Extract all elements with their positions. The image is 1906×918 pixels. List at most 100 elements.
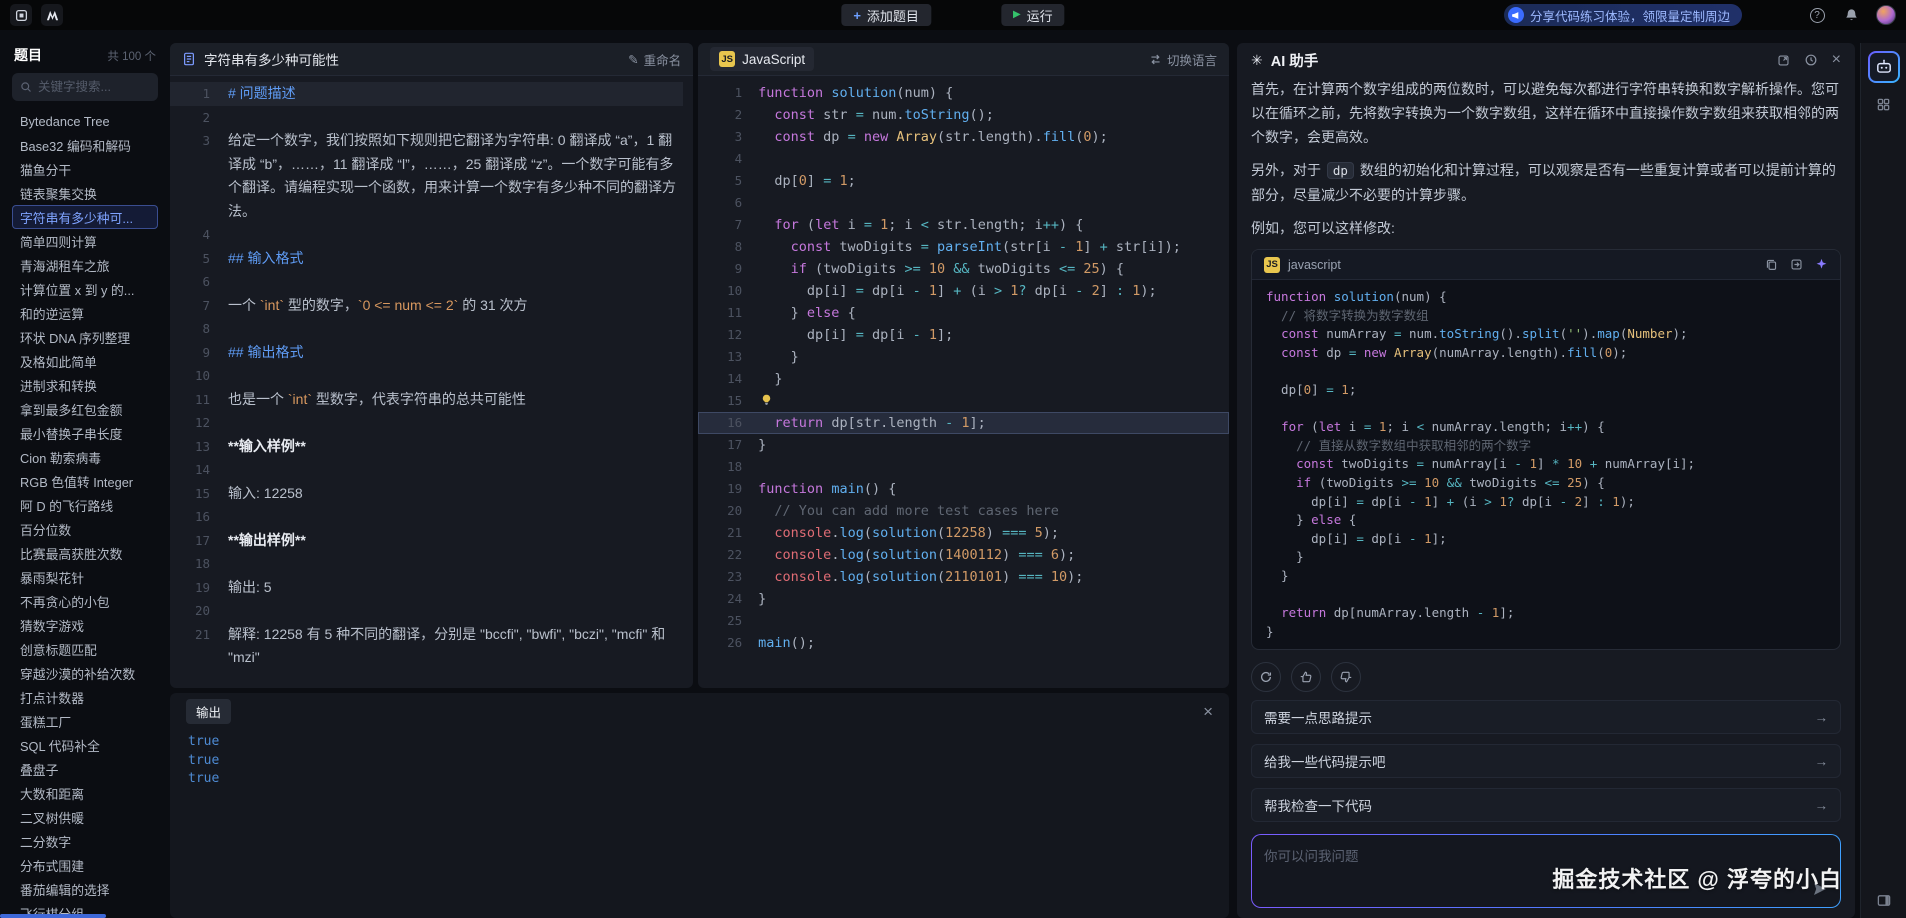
ai-suggestion-button[interactable]: 给我一些代码提示吧→ [1251,744,1841,778]
history-icon[interactable] [1804,53,1818,67]
problem-line[interactable]: 19输出: 5 [170,576,683,600]
regenerate-button[interactable] [1251,662,1281,692]
notification-bell-icon[interactable] [1842,6,1860,24]
problem-line[interactable]: 20 [170,599,683,623]
panel-layout-icon[interactable] [1876,893,1891,908]
problem-line[interactable]: 8 [170,317,683,341]
output-tab[interactable]: 输出 [186,699,231,724]
ai-suggestion-button[interactable]: 帮我检查一下代码→ [1251,788,1841,822]
sidebar-item[interactable]: 简单四则计算 [12,229,158,253]
add-problem-button[interactable]: + 添加题目 [841,4,931,26]
problem-line[interactable]: 13**输入样例** [170,435,683,459]
code-line[interactable]: 7 for (let i = 1; i < str.length; i++) { [698,214,1229,236]
code-line[interactable]: 16 return dp[str.length - 1]; [698,412,1229,434]
code-line[interactable]: 2 const str = num.toString(); [698,104,1229,126]
code-line[interactable]: 21 console.log(solution(12258) === 5); [698,522,1229,544]
sidebar-item[interactable]: Base32 编码和解码 [12,133,158,157]
code-line[interactable]: 20 // You can add more test cases here [698,500,1229,522]
code-line[interactable]: 26main(); [698,632,1229,654]
user-avatar[interactable] [1876,5,1896,25]
code-line[interactable]: 15 [698,390,1229,412]
code-line[interactable]: 8 const twoDigits = parseInt(str[i - 1] … [698,236,1229,258]
sidebar-item[interactable]: 创意标题匹配 [12,637,158,661]
sidebar-item[interactable]: 和的逆运算 [12,301,158,325]
marscode-logo[interactable] [41,4,63,26]
code-line[interactable]: 5 dp[0] = 1; [698,170,1229,192]
problem-line[interactable]: 21解释: 12258 有 5 种不同的翻译，分别是 "bccfi", "bwf… [170,623,683,670]
rename-button[interactable]: ✎ 重命名 [628,50,681,69]
help-icon[interactable]: ? [1808,6,1826,24]
code-lines[interactable]: 1function solution(num) {2 const str = n… [698,76,1229,688]
problem-line[interactable]: 18 [170,552,683,576]
sidebar-item[interactable]: 计算位置 x 到 y 的... [12,277,158,301]
insert-code-icon[interactable] [1790,258,1803,271]
app-logo[interactable] [10,4,32,26]
sidebar-item[interactable]: 字符串有多少种可... [12,205,158,229]
code-line[interactable]: 24} [698,588,1229,610]
code-line[interactable]: 25 [698,610,1229,632]
problem-line[interactable]: 5## 输入格式 [170,247,683,271]
lightbulb-icon[interactable] [760,393,773,407]
sidebar-item[interactable]: 拿到最多红包金额 [12,397,158,421]
ai-assistant-toggle[interactable] [1868,51,1900,83]
copy-icon[interactable] [1765,258,1778,271]
sidebar-item[interactable]: 不再贪心的小包 [12,589,158,613]
sidebar-item[interactable]: 二叉树供暖 [12,805,158,829]
sidebar-item[interactable]: 叠盘子 [12,757,158,781]
language-tab[interactable]: JS JavaScript [710,47,814,71]
sidebar-item[interactable]: 环状 DNA 序列整理 [12,325,158,349]
thumbs-down-button[interactable] [1331,662,1361,692]
run-button[interactable]: ▶ 运行 [1001,4,1065,26]
sidebar-item[interactable]: 分布式围建 [12,853,158,877]
problem-line[interactable]: 6 [170,270,683,294]
code-line[interactable]: 13 } [698,346,1229,368]
code-line[interactable]: 10 dp[i] = dp[i - 1] + (i > 1? dp[i - 2]… [698,280,1229,302]
promo-banner-button[interactable]: 分享代码练习体验，领限量定制周边 [1504,4,1742,26]
sidebar-item[interactable]: 进制求和转换 [12,373,158,397]
problem-line[interactable]: 3给定一个数字，我们按照如下规则把它翻译为字符串: 0 翻译成 “a”，1 翻译… [170,129,683,223]
sidebar-item[interactable]: 猫鱼分干 [12,157,158,181]
sidebar-item[interactable]: 比赛最高获胜次数 [12,541,158,565]
code-line[interactable]: 17} [698,434,1229,456]
problem-line[interactable]: 1# 问题描述 [170,82,683,106]
sidebar-item[interactable]: 及格如此简单 [12,349,158,373]
code-line[interactable]: 9 if (twoDigits >= 10 && twoDigits <= 25… [698,258,1229,280]
sidebar-item[interactable]: SQL 代码补全 [12,733,158,757]
problem-line[interactable]: 11也是一个 `int` 型数字，代表字符串的总共可能性 [170,388,683,412]
sidebar-item[interactable]: 二分数字 [12,829,158,853]
switch-language-button[interactable]: 切换语言 [1149,50,1217,69]
sidebar-item[interactable]: 猜数字游戏 [12,613,158,637]
ai-suggestion-button[interactable]: 需要一点思路提示→ [1251,700,1841,734]
code-line[interactable]: 4 [698,148,1229,170]
sidebar-item[interactable]: RGB 色值转 Integer [12,469,158,493]
sidebar-item[interactable]: 蛋糕工厂 [12,709,158,733]
code-line[interactable]: 18 [698,456,1229,478]
search-box[interactable] [12,73,158,101]
sidebar-item[interactable]: 暴雨梨花针 [12,565,158,589]
problem-line[interactable]: 10 [170,364,683,388]
code-line[interactable]: 11 } else { [698,302,1229,324]
sidebar-item[interactable]: 穿越沙漠的补给次数 [12,661,158,685]
problem-line[interactable]: 16 [170,505,683,529]
problem-line[interactable]: 4 [170,223,683,247]
problem-line[interactable]: 7一个 `int` 型的数字，`0 <= num <= 2` 的 31 次方 [170,294,683,318]
sidebar-scrollbar[interactable] [0,914,106,918]
sidebar-item[interactable]: 青海湖租车之旅 [12,253,158,277]
code-line[interactable]: 1function solution(num) { [698,82,1229,104]
sidebar-item[interactable]: 链表聚集交换 [12,181,158,205]
code-line[interactable]: 3 const dp = new Array(str.length).fill(… [698,126,1229,148]
sidebar-item[interactable]: 大数和距离 [12,781,158,805]
problem-line[interactable]: 9## 输出格式 [170,341,683,365]
sidebar-item[interactable]: 番茄编辑的选择 [12,877,158,901]
problem-line[interactable]: 2 [170,106,683,130]
sidebar-item[interactable]: 百分位数 [12,517,158,541]
problem-line[interactable]: 14 [170,458,683,482]
widgets-icon[interactable] [1876,97,1891,112]
close-ai-icon[interactable]: × [1832,52,1841,68]
thumbs-up-button[interactable] [1291,662,1321,692]
search-input[interactable] [38,80,150,94]
magic-icon[interactable] [1815,258,1828,271]
sidebar-item[interactable]: 最小替换子串长度 [12,421,158,445]
problem-line[interactable]: 17**输出样例** [170,529,683,553]
sidebar-item[interactable]: 阿 D 的飞行路线 [12,493,158,517]
